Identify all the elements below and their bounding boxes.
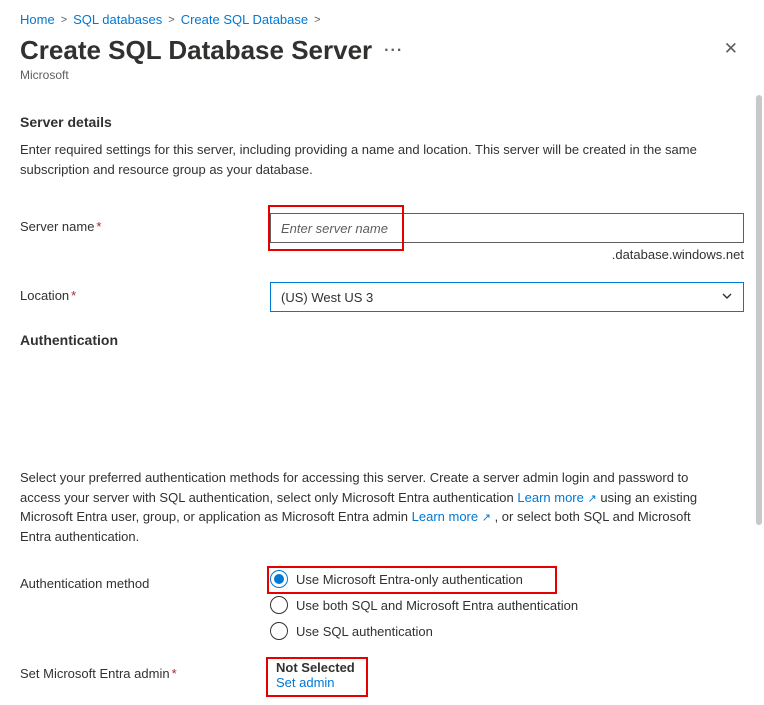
server-name-input[interactable] [270,213,744,243]
radio-icon [270,596,288,614]
learn-more-link-1[interactable]: Learn more ↗ [517,490,596,505]
external-link-icon: ↗ [482,512,491,524]
radio-icon [270,570,288,588]
chevron-down-icon [721,290,733,305]
admin-value: Not Selected [276,660,744,675]
page-subtitle: Microsoft [20,68,744,82]
authentication-radio-group: Use Microsoft Entra-only authentication … [270,570,744,640]
set-entra-admin-label: Set Microsoft Entra admin* [20,660,270,681]
page-title: Create SQL Database Server ··· [20,35,403,66]
location-value: (US) West US 3 [281,290,373,305]
chevron-right-icon: > [314,14,320,26]
server-details-heading: Server details [20,114,744,130]
breadcrumb-sql-databases[interactable]: SQL databases [73,12,162,27]
radio-label: Use both SQL and Microsoft Entra authent… [296,598,578,613]
more-options-icon[interactable]: ··· [384,42,403,60]
radio-icon [270,622,288,640]
server-name-suffix: .database.windows.net [270,247,744,262]
breadcrumb-create-sql-database[interactable]: Create SQL Database [181,12,308,27]
close-icon: ✕ [724,39,738,58]
server-details-description: Enter required settings for this server,… [20,140,720,179]
radio-label: Use SQL authentication [296,624,433,639]
radio-entra-only[interactable]: Use Microsoft Entra-only authentication [270,570,744,588]
radio-both-auth[interactable]: Use both SQL and Microsoft Entra authent… [270,596,744,614]
page-title-text: Create SQL Database Server [20,35,372,66]
chevron-right-icon: > [168,14,174,26]
radio-label: Use Microsoft Entra-only authentication [296,572,523,587]
server-name-label: Server name* [20,213,270,234]
authentication-method-label: Authentication method [20,570,270,591]
location-select[interactable]: (US) West US 3 [270,282,744,312]
set-admin-link[interactable]: Set admin [276,675,335,690]
breadcrumb-home[interactable]: Home [20,12,55,27]
close-button[interactable]: ✕ [718,35,744,63]
chevron-right-icon: > [61,14,67,26]
learn-more-link-2[interactable]: Learn more ↗ [412,509,491,524]
breadcrumb: Home > SQL databases > Create SQL Databa… [20,12,744,27]
external-link-icon: ↗ [587,493,596,505]
scrollbar[interactable] [756,95,762,685]
authentication-heading: Authentication [20,332,744,348]
authentication-description: Select your preferred authentication met… [20,468,720,546]
radio-sql-auth[interactable]: Use SQL authentication [270,622,744,640]
location-label: Location* [20,282,270,303]
